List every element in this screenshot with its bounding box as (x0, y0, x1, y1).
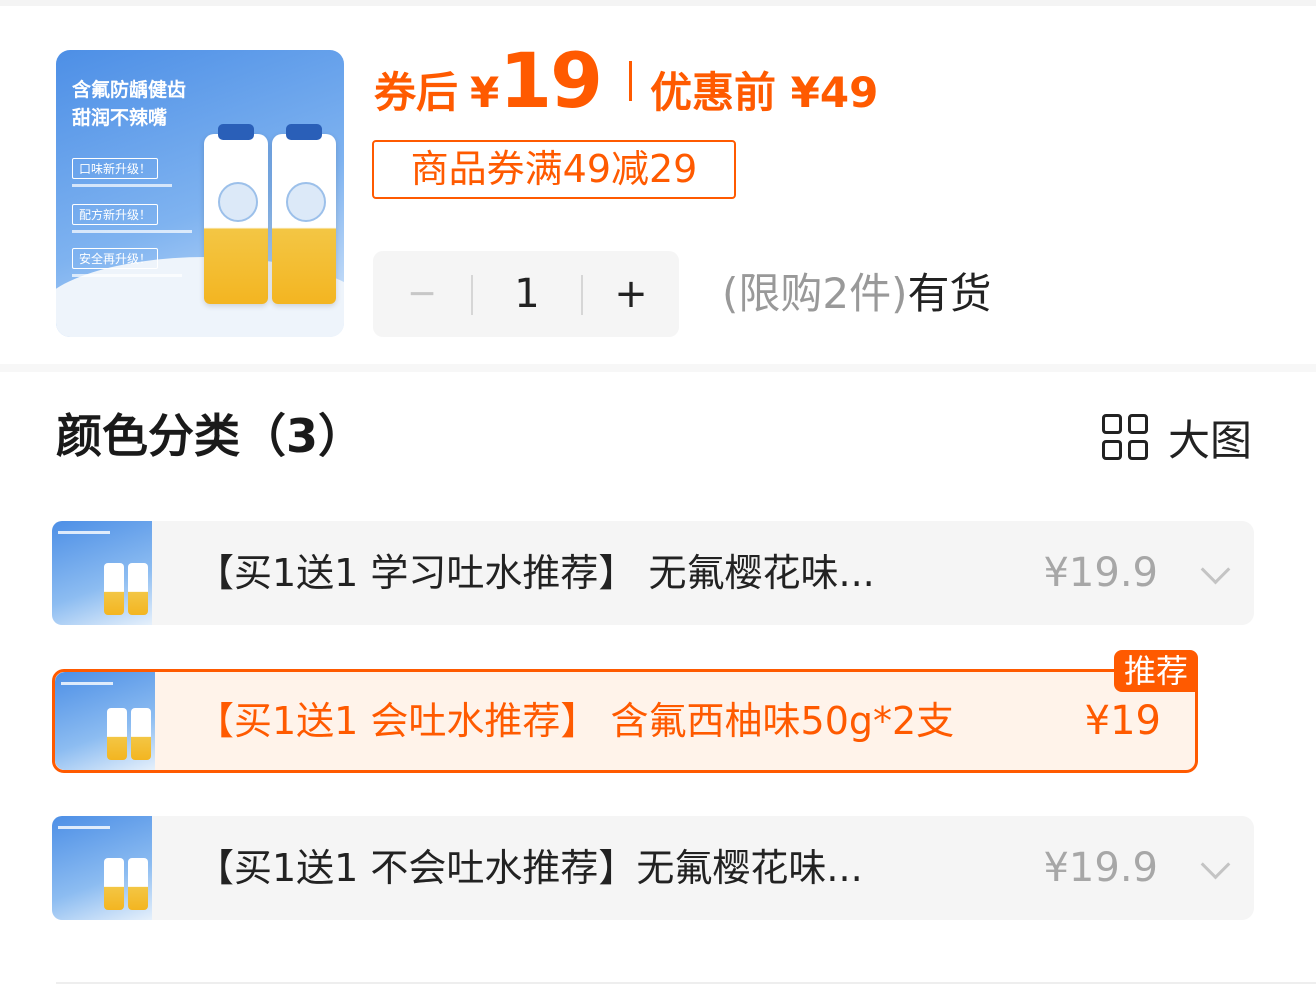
variant-name: 【买1送1 会吐水推荐】 含氟西柚味50g*2支 (196, 699, 955, 743)
purchase-limit: (限购2件) (722, 269, 908, 318)
quantity-value[interactable]: 1 (473, 251, 581, 337)
increase-button[interactable]: + (583, 251, 679, 337)
price-divider (629, 61, 633, 101)
tube-mascot (286, 182, 326, 222)
top-divider (0, 0, 1316, 6)
variant-option[interactable]: 【买1送1 不会吐水推荐】无氟樱花味... ¥19.9 (52, 816, 1254, 920)
after-coupon-label: 券后 (374, 68, 459, 117)
grid-icon (1102, 414, 1148, 460)
image-text-line (72, 184, 172, 187)
image-tag: 安全再升级！ (72, 248, 159, 269)
variant-thumbnail (52, 521, 152, 625)
variant-name: 【买1送1 学习吐水推荐】 无氟樱花味... (196, 551, 875, 595)
recommend-badge: 推荐 (1113, 650, 1198, 692)
bottom-divider (56, 982, 1316, 984)
chevron-down-icon[interactable] (1200, 554, 1231, 585)
decrease-button[interactable]: − (373, 251, 471, 337)
quantity-stepper: − 1 + (373, 251, 679, 337)
image-text-line (72, 230, 192, 233)
image-tag: 配方新升级！ (72, 204, 159, 225)
variant-price: ¥19.9 (1043, 845, 1158, 891)
thumb-text-line (58, 531, 110, 534)
thumb-tube (104, 563, 124, 615)
thumb-tube (131, 708, 151, 760)
original-price: 优惠前 ¥49 (650, 68, 879, 117)
image-tag: 口味新升级！ (72, 158, 159, 179)
thumb-tube (128, 563, 148, 615)
big-image-toggle[interactable]: 大图 (1102, 410, 1252, 465)
variant-thumbnail (52, 816, 152, 920)
thumb-tube (104, 858, 124, 910)
variant-option-selected[interactable]: 【买1送1 会吐水推荐】 含氟西柚味50g*2支 ¥19 推荐 (52, 650, 1198, 773)
thumb-text-line (61, 682, 113, 685)
price-row: 券后 ¥ 19 优惠前 ¥49 (374, 36, 878, 126)
toothpaste-tube-image (272, 124, 336, 304)
after-coupon-price: 19 (499, 36, 603, 125)
thumb-tube (128, 858, 148, 910)
tube-cap (286, 124, 322, 140)
section-divider (0, 364, 1316, 372)
big-image-label: 大图 (1168, 415, 1253, 465)
variant-thumbnail (55, 672, 155, 770)
variant-name: 【买1送1 不会吐水推荐】无氟樱花味... (196, 846, 863, 890)
image-text-line (72, 274, 182, 277)
thumb-tube (107, 708, 127, 760)
thumb-text-line (58, 826, 110, 829)
variant-price: ¥19.9 (1043, 550, 1158, 596)
coupon-badge: 商品券满49减29 (372, 140, 736, 199)
stock-status: 有货 (907, 269, 992, 318)
chevron-down-icon[interactable] (1200, 849, 1231, 880)
variant-option[interactable]: 【买1送1 学习吐水推荐】 无氟樱花味... ¥19.9 (52, 521, 1254, 625)
section-title: 颜色分类（3） (56, 409, 365, 463)
image-headline: 含氟防龋健齿 甜润不辣嘴 (72, 79, 187, 129)
tube-cap (218, 124, 254, 140)
product-image[interactable]: 含氟防龋健齿 甜润不辣嘴 口味新升级！ 配方新升级！ 安全再升级！ (56, 50, 344, 337)
currency-symbol: ¥ (470, 68, 500, 117)
stock-info: (限购2件)有货 (722, 262, 992, 326)
toothpaste-tube-image (204, 124, 268, 304)
tube-mascot (218, 182, 258, 222)
